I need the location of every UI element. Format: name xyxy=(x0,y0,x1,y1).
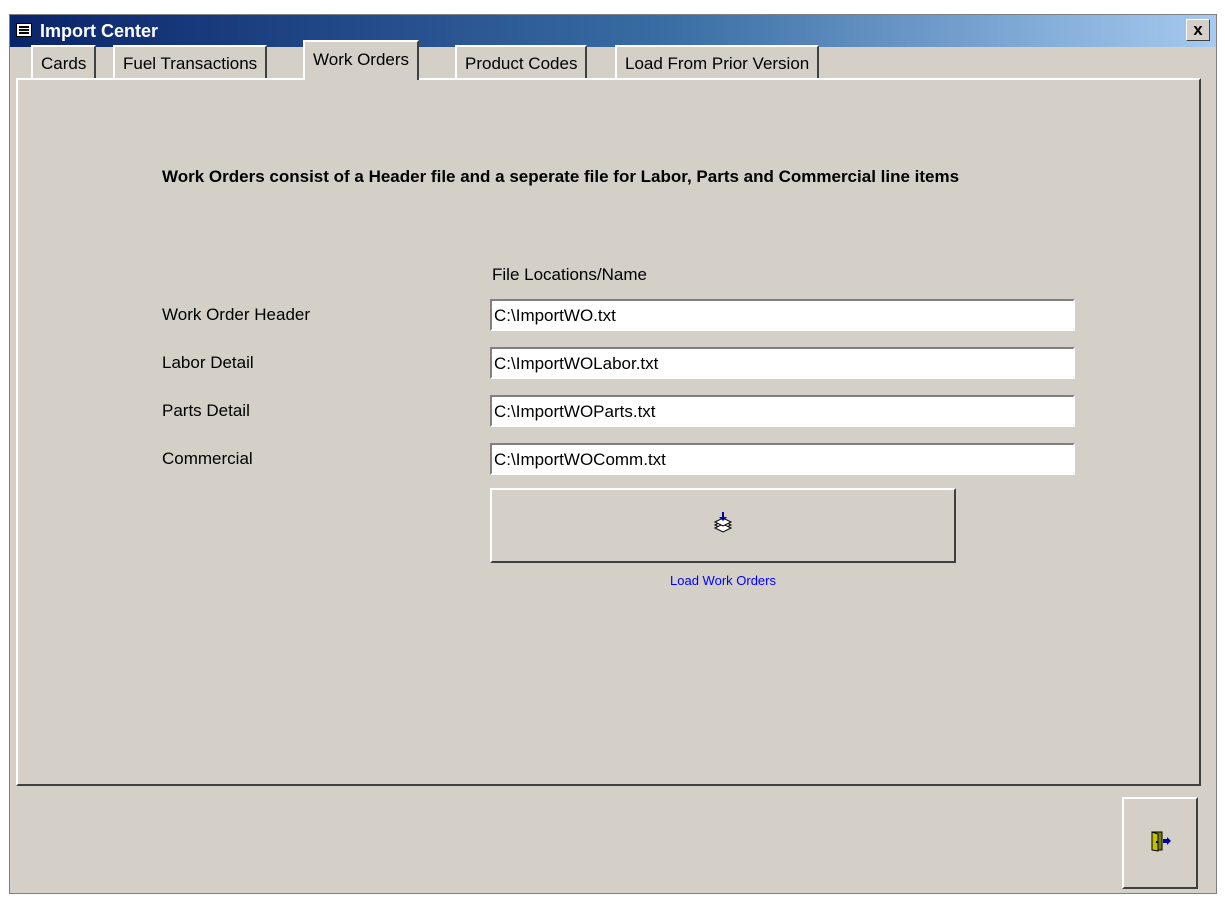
commercial-label: Commercial xyxy=(162,449,253,468)
exit-button[interactable] xyxy=(1122,797,1198,889)
tab-cards[interactable]: Cards xyxy=(31,45,97,78)
work-order-header-label: Work Order Header xyxy=(162,305,311,324)
instructions-heading: Work Orders consist of a Header file and… xyxy=(162,167,960,186)
exit-door-icon xyxy=(1148,829,1172,858)
stacked-papers-download-icon xyxy=(711,511,735,540)
load-work-orders-caption[interactable]: Load Work Orders xyxy=(490,573,956,588)
file-locations-column-header: File Locations/Name xyxy=(492,265,647,284)
labor-detail-label: Labor Detail xyxy=(162,353,254,372)
parts-detail-label: Parts Detail xyxy=(162,401,250,420)
close-button[interactable]: x xyxy=(1186,19,1210,41)
form-icon xyxy=(16,23,32,37)
parts-detail-path-input[interactable]: C:\ImportWOParts.txt xyxy=(490,395,1075,427)
load-work-orders-button[interactable] xyxy=(490,488,956,563)
labor-detail-path-input[interactable]: C:\ImportWOLabor.txt xyxy=(490,347,1075,379)
window-title: Import Center xyxy=(40,21,159,41)
commercial-path-input[interactable]: C:\ImportWOComm.txt xyxy=(490,443,1075,475)
tab-fuel-transactions[interactable]: Fuel Transactions xyxy=(113,45,268,78)
tab-product-codes[interactable]: Product Codes xyxy=(455,45,588,78)
work-order-header-path-input[interactable]: C:\ImportWO.txt xyxy=(490,299,1075,331)
title-bar[interactable]: Import Center x xyxy=(10,15,1216,47)
tab-load-from-prior-version[interactable]: Load From Prior Version xyxy=(615,45,820,78)
tab-work-orders[interactable]: Work Orders xyxy=(303,40,420,80)
